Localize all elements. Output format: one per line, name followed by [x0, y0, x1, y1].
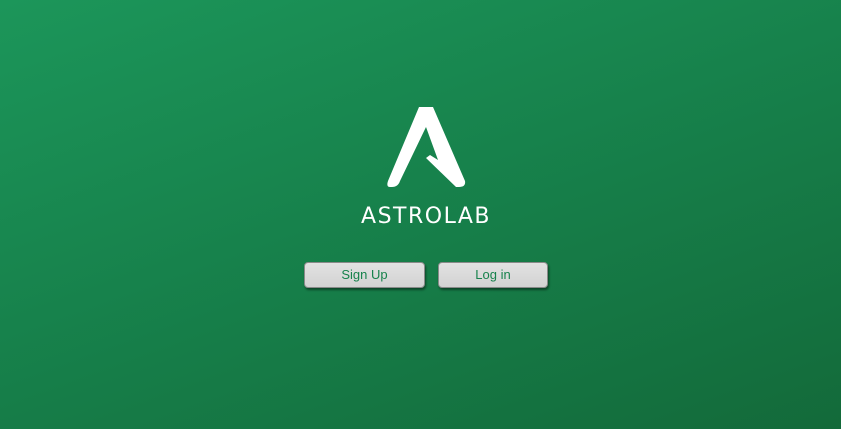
- brand-name: ASTROLAB: [361, 204, 491, 229]
- welcome-screen: ASTROLAB Sign Up Log in: [0, 0, 841, 429]
- log-in-button[interactable]: Log in: [438, 262, 548, 288]
- astrolab-logo-icon: [386, 105, 466, 189]
- sign-up-button[interactable]: Sign Up: [304, 262, 425, 288]
